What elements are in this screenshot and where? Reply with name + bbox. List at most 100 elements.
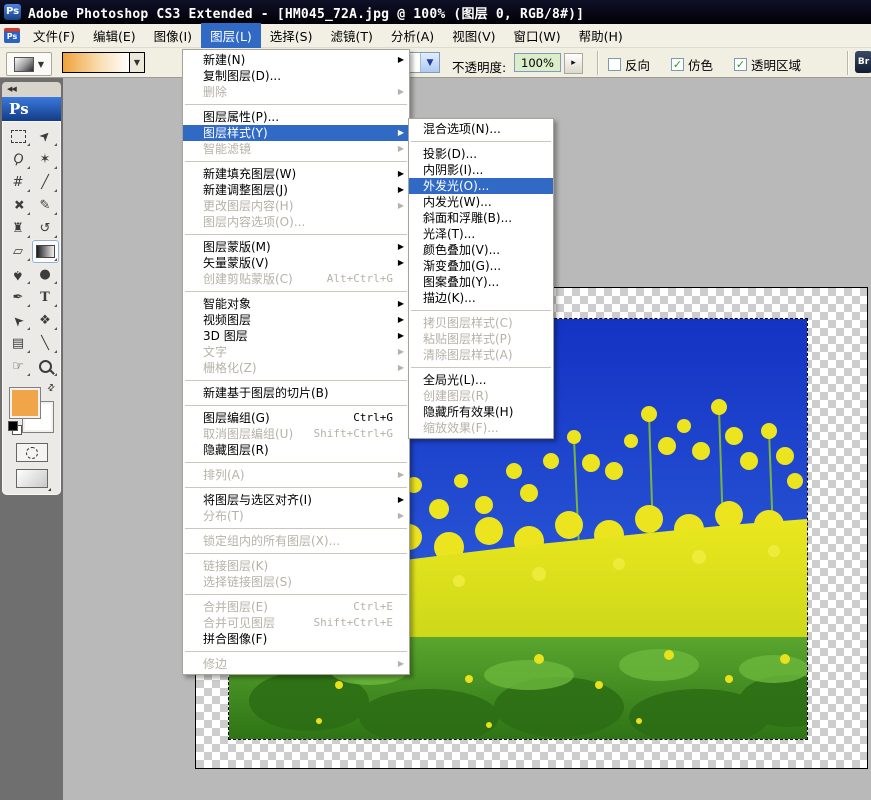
- toolbox-collapse-button[interactable]: ◀◀: [2, 82, 61, 97]
- pen-tool[interactable]: ✒: [5, 286, 32, 309]
- layer-menu-item-new-adjustment-layer[interactable]: 新建调整图层(J)▶: [183, 182, 409, 198]
- opacity-spinner[interactable]: ▸: [564, 53, 583, 74]
- quick-mask-button[interactable]: [16, 443, 48, 462]
- layer-menu-item-video-layers[interactable]: 视频图层▶: [183, 312, 409, 328]
- layer-style-item-bevel-and-emboss[interactable]: 斜面和浮雕(B)...: [409, 210, 553, 226]
- healing-brush-tool[interactable]: ✚: [5, 194, 32, 217]
- foreground-color-swatch[interactable]: [10, 388, 40, 418]
- layer-menu-item-align-layers-to-selection[interactable]: 将图层与选区对齐(I)▶: [183, 492, 409, 508]
- swap-colors-icon[interactable]: ⇄: [46, 382, 58, 394]
- layer-style-item-stroke[interactable]: 描边(K)...: [409, 290, 553, 306]
- layer-style-item-satin[interactable]: 光泽(T)...: [409, 226, 553, 242]
- checkbox-dither[interactable]: ✓仿色: [671, 55, 713, 74]
- layer-style-item-global-light[interactable]: 全局光(L)...: [409, 372, 553, 388]
- tool-preset-picker[interactable]: ▼: [6, 52, 52, 76]
- menubar-item-filter[interactable]: 滤镜(T): [321, 23, 381, 48]
- move-tool[interactable]: ➤: [32, 125, 59, 148]
- menu-item-label: 将图层与选区对齐(I): [203, 493, 312, 507]
- zoom-tool[interactable]: [32, 355, 59, 378]
- gradient-picker-arrow[interactable]: ▼: [129, 53, 144, 72]
- notes-tool[interactable]: ▤: [5, 332, 32, 355]
- layer-style-item-gradient-overlay[interactable]: 渐变叠加(G)...: [409, 258, 553, 274]
- menu-item-label: 清除图层样式(A): [423, 348, 513, 362]
- layer-style-item-hide-all-effects[interactable]: 隐藏所有效果(H): [409, 404, 553, 420]
- menu-item-label: 描边(K)...: [423, 291, 476, 305]
- lasso-tool[interactable]: Ϙ: [5, 148, 32, 171]
- bridge-button[interactable]: Br: [855, 51, 871, 73]
- menubar-item-edit[interactable]: 编辑(E): [84, 23, 145, 48]
- menu-item-label: 取消图层编组(U): [203, 427, 293, 441]
- layer-style-item-inner-glow[interactable]: 内发光(W)...: [409, 194, 553, 210]
- menubar-item-select[interactable]: 选择(S): [261, 23, 322, 48]
- layer-style-item-pattern-overlay[interactable]: 图案叠加(Y)...: [409, 274, 553, 290]
- hand-tool[interactable]: ☞: [5, 355, 32, 378]
- layer-style-item-outer-glow[interactable]: 外发光(O)...: [409, 178, 553, 194]
- type-tool[interactable]: T: [32, 286, 59, 309]
- menu-item-label: 拷贝图层样式(C): [423, 316, 513, 330]
- menu-items: 文件(F)编辑(E)图像(I)图层(L)选择(S)滤镜(T)分析(A)视图(V)…: [24, 23, 632, 48]
- layer-menu-item-new-layer-based-slice[interactable]: 新建基于图层的切片(B): [183, 385, 409, 401]
- layer-menu-item-group-layers[interactable]: 图层编组(G)Ctrl+G: [183, 410, 409, 426]
- menu-item-label: 外发光(O)...: [423, 179, 489, 193]
- layer-style-item-color-overlay[interactable]: 颜色叠加(V)...: [409, 242, 553, 258]
- menu-item-label: 链接图层(K): [203, 559, 268, 573]
- menubar-item-window[interactable]: 窗口(W): [505, 23, 570, 48]
- custom-shape-tool[interactable]: ❖: [32, 309, 59, 332]
- layer-menu-item-duplicate-layer[interactable]: 复制图层(D)...: [183, 68, 409, 84]
- menu-item-label: 智能滤镜: [203, 142, 251, 156]
- checkbox-transparency[interactable]: ✓透明区域: [734, 55, 801, 74]
- layer-menu-item-3d-layers[interactable]: 3D 图层▶: [183, 328, 409, 344]
- layer-menu-item-smart-objects[interactable]: 智能对象▶: [183, 296, 409, 312]
- menubar-item-image[interactable]: 图像(I): [145, 23, 201, 48]
- brush-tool[interactable]: ✎: [32, 194, 59, 217]
- zoom-tool-icon: [39, 360, 52, 373]
- layer-menu-item-layer-mask[interactable]: 图层蒙版(M)▶: [183, 239, 409, 255]
- layer-menu-item-vector-mask[interactable]: 矢量蒙版(V)▶: [183, 255, 409, 271]
- menu-item-label: 创建剪贴蒙版(C): [203, 272, 293, 286]
- menu-item-label: 合并图层(E): [203, 600, 268, 614]
- layer-menu-item-layer-style[interactable]: 图层样式(Y)▶: [183, 125, 409, 141]
- menubar-item-file[interactable]: 文件(F): [24, 23, 84, 48]
- clone-stamp-tool[interactable]: ♜: [5, 217, 32, 240]
- menubar-item-view[interactable]: 视图(V): [443, 23, 504, 48]
- gradient-preview[interactable]: ▼: [62, 52, 145, 73]
- dodge-tool[interactable]: ●: [32, 263, 59, 286]
- layer-style-item-blending-options[interactable]: 混合选项(N)...: [409, 121, 553, 137]
- menu-item-label: 斜面和浮雕(B)...: [423, 211, 512, 225]
- crop-tool-icon: #: [13, 175, 24, 190]
- layer-menu-item-flatten-image[interactable]: 拼合图像(F): [183, 631, 409, 647]
- crop-tool[interactable]: #: [5, 171, 32, 194]
- layer-style-item-drop-shadow[interactable]: 投影(D)...: [409, 146, 553, 162]
- path-selection-tool[interactable]: ➤: [5, 309, 32, 332]
- slice-tool[interactable]: ╱: [32, 171, 59, 194]
- magic-wand-tool[interactable]: ✶: [32, 148, 59, 171]
- menu-item-label: 拼合图像(F): [203, 632, 267, 646]
- layer-style-item-clear-layer-style: 清除图层样式(A): [409, 347, 553, 363]
- eraser-tool[interactable]: ▱: [5, 240, 32, 263]
- layer-menu-item-new-fill-layer[interactable]: 新建填充图层(W)▶: [183, 166, 409, 182]
- gradient-swatch: [63, 53, 129, 72]
- layer-menu-item-hide-layers[interactable]: 隐藏图层(R): [183, 442, 409, 458]
- screen-mode-button[interactable]: [16, 469, 48, 488]
- opacity-input[interactable]: 100%: [514, 53, 561, 72]
- toolbox-header: Ps: [2, 97, 61, 121]
- layer-menu-item-type: 文字▶: [183, 344, 409, 360]
- menubar-item-analysis[interactable]: 分析(A): [382, 23, 443, 48]
- menu-separator: [185, 462, 407, 463]
- history-brush-tool[interactable]: ↺: [32, 217, 59, 240]
- eyedropper-tool[interactable]: ╲: [32, 332, 59, 355]
- menubar-item-help[interactable]: 帮助(H): [570, 23, 632, 48]
- layer-menu-item-layer-properties[interactable]: 图层属性(P)...: [183, 109, 409, 125]
- checkbox-reverse[interactable]: 反向: [608, 55, 650, 74]
- layer-menu-item-new[interactable]: 新建(N)▶: [183, 52, 409, 68]
- layer-menu-item-distribute: 分布(T)▶: [183, 508, 409, 524]
- layer-style-item-inner-shadow[interactable]: 内阴影(I)...: [409, 162, 553, 178]
- checkbox-label: 透明区域: [751, 55, 801, 74]
- rectangular-marquee-tool[interactable]: [5, 125, 32, 148]
- menu-separator: [185, 553, 407, 554]
- gradient-tool[interactable]: [32, 240, 59, 263]
- menu-item-label: 视频图层: [203, 313, 251, 327]
- menubar-item-layer[interactable]: 图层(L): [201, 23, 261, 48]
- blur-tool[interactable]: ♠: [5, 263, 32, 286]
- default-colors-icon[interactable]: [8, 421, 18, 431]
